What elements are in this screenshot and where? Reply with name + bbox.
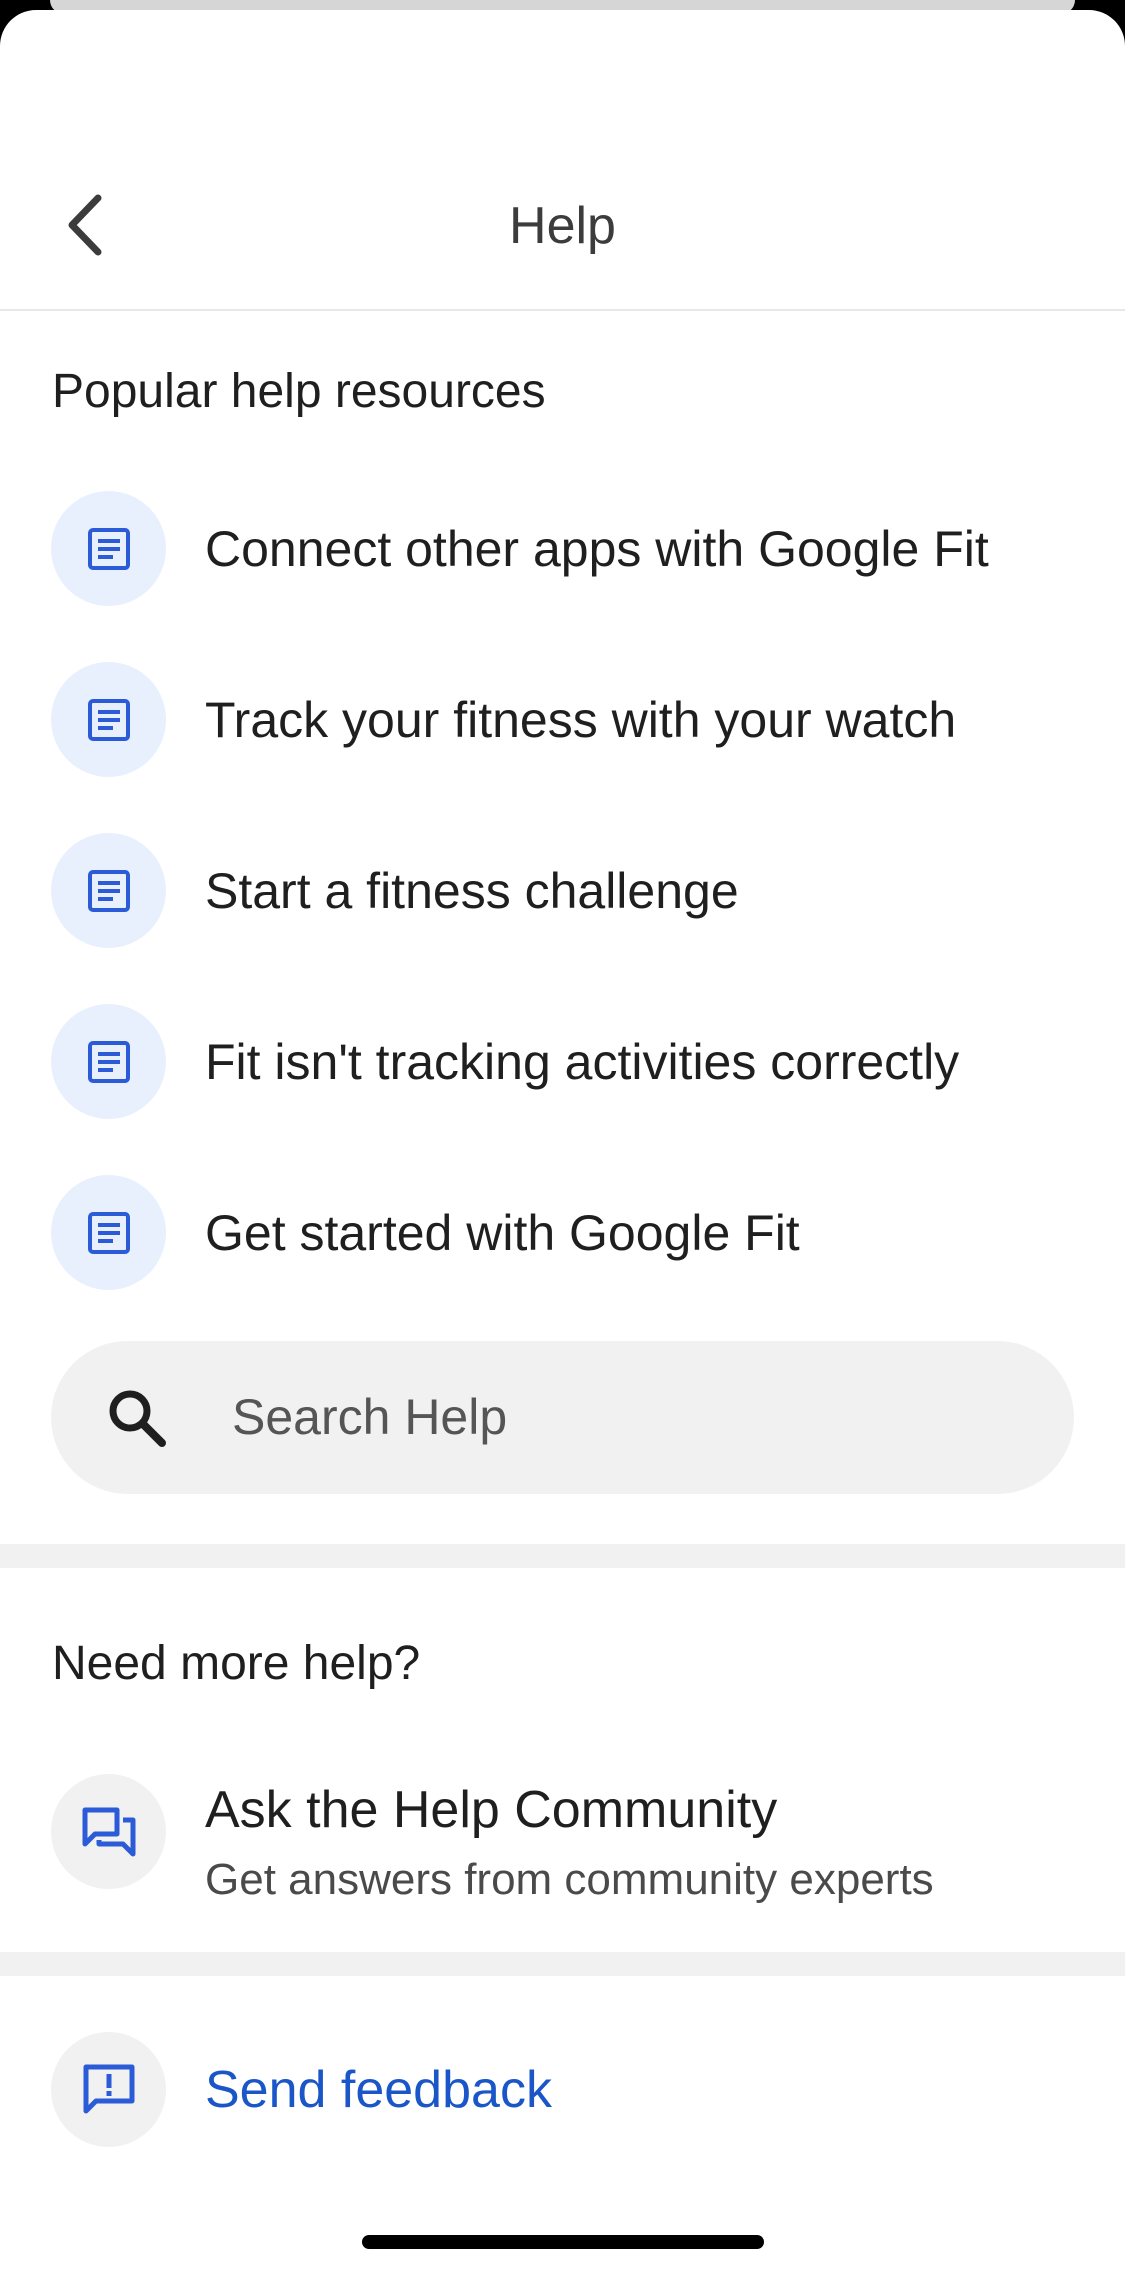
- search-help-bar[interactable]: [51, 1341, 1074, 1494]
- page-title: Help: [509, 197, 616, 255]
- resource-item-label: Connect other apps with Google Fit: [205, 521, 989, 577]
- resource-item-connect-apps[interactable]: Connect other apps with Google Fit: [0, 473, 1125, 623]
- resource-item-tracking-issues[interactable]: Fit isn't tracking activities correctly: [0, 986, 1125, 1136]
- community-subtitle: Get answers from community experts: [205, 1855, 934, 1904]
- popular-resources-heading: Popular help resources: [52, 365, 546, 418]
- resource-item-get-started[interactable]: Get started with Google Fit: [0, 1157, 1125, 1307]
- section-divider: [0, 1544, 1125, 1568]
- article-icon-circle: [51, 1004, 166, 1119]
- feedback-icon-circle: [51, 2032, 166, 2147]
- article-icon-circle: [51, 1175, 166, 1290]
- feedback-icon: [83, 2064, 134, 2113]
- send-feedback-item[interactable]: Send feedback: [0, 2020, 1125, 2160]
- search-icon: [109, 1390, 166, 1447]
- help-sheet: Help Popular help resources Connect othe…: [0, 10, 1125, 2284]
- resource-item-fitness-challenge[interactable]: Start a fitness challenge: [0, 815, 1125, 965]
- article-icon: [87, 698, 130, 741]
- article-icon: [87, 1211, 130, 1254]
- resource-item-label: Get started with Google Fit: [205, 1205, 800, 1261]
- article-icon: [87, 869, 130, 912]
- ask-help-community-item[interactable]: Ask the Help Community Get answers from …: [0, 1748, 1125, 1928]
- resource-item-label: Track your fitness with your watch: [205, 692, 957, 748]
- resource-item-track-fitness[interactable]: Track your fitness with your watch: [0, 644, 1125, 794]
- resource-item-label: Fit isn't tracking activities correctly: [205, 1034, 960, 1090]
- section-divider: [0, 1952, 1125, 1976]
- article-icon-circle: [51, 491, 166, 606]
- search-input[interactable]: [232, 1377, 1012, 1457]
- article-icon: [87, 1040, 130, 1083]
- forum-icon: [82, 1807, 135, 1856]
- home-indicator: [362, 2235, 764, 2249]
- resource-item-label: Start a fitness challenge: [205, 863, 739, 919]
- send-feedback-label: Send feedback: [205, 2061, 552, 2119]
- article-icon: [87, 527, 130, 570]
- need-more-help-heading: Need more help?: [52, 1637, 421, 1690]
- article-icon-circle: [51, 833, 166, 948]
- community-title: Ask the Help Community: [205, 1781, 778, 1839]
- help-header: Help: [0, 10, 1125, 311]
- forum-icon-circle: [51, 1774, 166, 1889]
- article-icon-circle: [51, 662, 166, 777]
